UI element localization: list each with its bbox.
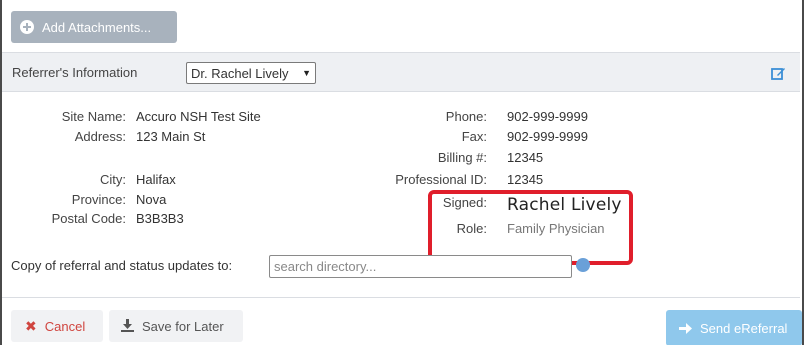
province-label: Province: (71, 192, 126, 207)
city-label: City: (100, 172, 126, 187)
fax-value: 902-999-9999 (507, 129, 588, 144)
signature-highlight-box (428, 190, 633, 265)
add-attachments-button[interactable]: Add Attachments... (11, 11, 177, 43)
footer-bar: ✖ Cancel Save for Later Send eReferral (2, 297, 802, 345)
edit-icon[interactable] (771, 66, 786, 81)
billing-value: 12345 (507, 150, 544, 165)
referrer-select-value: Dr. Rachel Lively (191, 65, 289, 81)
fax-label: Fax: (461, 129, 487, 144)
phone-value: 902-999-9999 (507, 109, 588, 124)
province-value: Nova (136, 192, 167, 207)
address-label: Address: (74, 129, 126, 144)
referrer-select[interactable]: Dr. Rachel Lively ▼ (186, 62, 316, 84)
phone-label: Phone: (445, 109, 487, 124)
chevron-down-icon: ▼ (302, 68, 311, 78)
referrer-header-label: Referrer's Information (12, 65, 138, 80)
professional-id-value: 12345 (507, 172, 544, 187)
city-value: Halifax (136, 172, 176, 187)
close-icon: ✖ (25, 317, 37, 334)
professional-id-label: Professional ID: (395, 172, 487, 187)
site-name-label: Site Name: (61, 109, 126, 124)
site-name-value: Accuro NSH Test Site (136, 109, 261, 124)
download-icon (121, 319, 134, 332)
save-for-later-button[interactable]: Save for Later (109, 310, 243, 342)
add-recipient-icon[interactable] (576, 258, 590, 272)
address-value: 123 Main St (136, 129, 206, 144)
copy-to-label: Copy of referral and status updates to: (11, 258, 233, 273)
add-attachments-label: Add Attachments... (42, 19, 152, 35)
cancel-button[interactable]: ✖ Cancel (11, 310, 103, 342)
search-directory-input[interactable] (269, 255, 572, 278)
billing-label: Billing #: (437, 150, 487, 165)
send-ereferral-button[interactable]: Send eReferral (666, 310, 802, 345)
postal-code-value: B3B3B3 (136, 211, 184, 226)
arrow-right-icon (679, 322, 692, 334)
plus-circle-icon (20, 20, 34, 34)
cancel-label: Cancel (44, 318, 86, 334)
referrer-header: Referrer's Information Dr. Rachel Lively… (2, 52, 800, 92)
postal-code-label: Postal Code: (51, 211, 126, 226)
send-ereferral-label: Send eReferral (700, 320, 788, 336)
save-for-later-label: Save for Later (142, 318, 224, 334)
